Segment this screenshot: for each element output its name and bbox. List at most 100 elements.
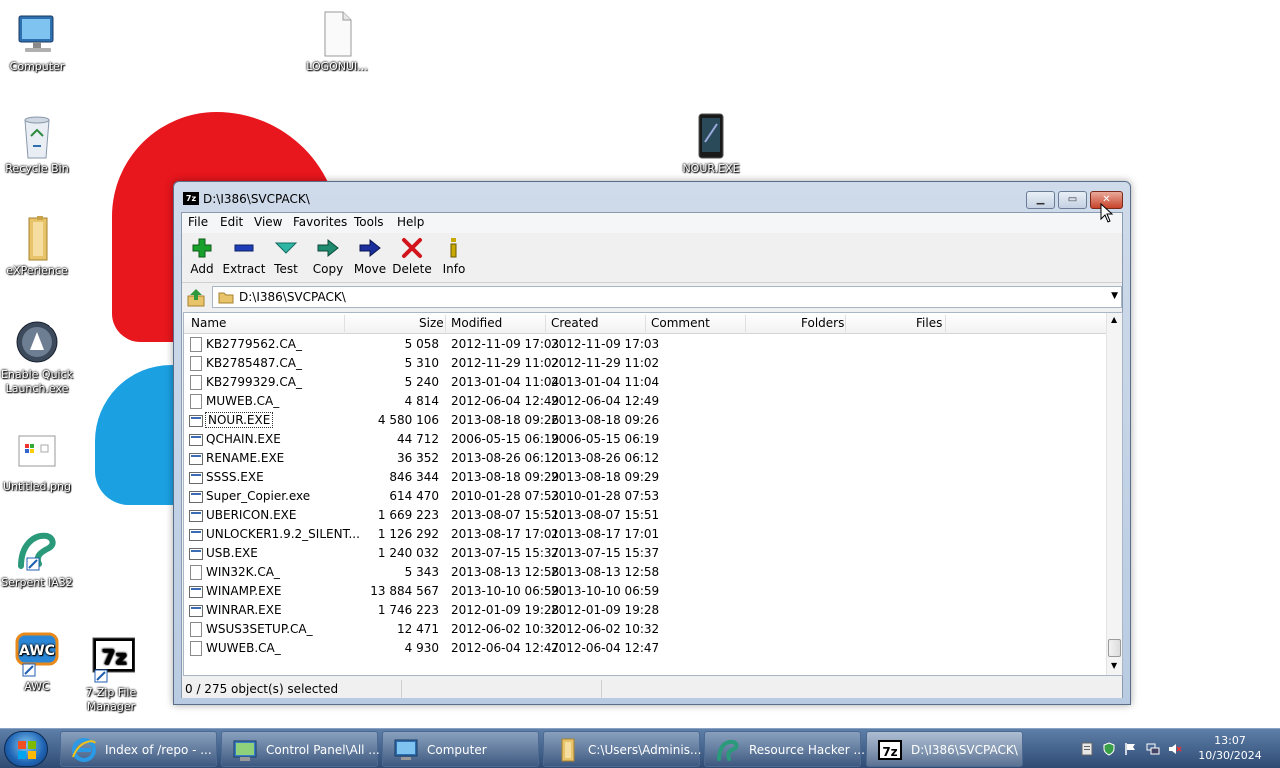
image-icon [13,430,61,478]
up-folder-button[interactable] [185,288,207,308]
title-bar[interactable]: 7z D:\I386\SVCPACK\ ▁ ▭ ✕ [174,182,1130,212]
cell-size: 614 470 [389,489,439,503]
desktop-icon-7zip-file-manager[interactable]: 7z 7-Zip File Manager [73,636,149,714]
cell-created: 2013-08-17 17:01 [551,527,660,541]
table-row[interactable]: KB2785487.CA_ 5 310 2012-11-29 11:02 2012-1… [184,354,1108,373]
address-field[interactable]: D:\I386\SVCPACK\ ▼ [212,286,1122,308]
desktop-icon-label: LOGONUI... [306,60,368,73]
taskbar-item-control-panel[interactable]: Control Panel\All ... [221,731,380,767]
menu-tools[interactable]: Tools [354,215,384,229]
table-row[interactable]: Super_Copier.exe 614 470 2010-01-28 07:53 2… [184,487,1108,506]
column-comment[interactable]: Comment [651,316,710,330]
taskbar-item-7zip[interactable]: 7z D:\I386\SVCPACK\ [866,731,1023,767]
file-icon [190,641,202,656]
menu-favorites[interactable]: Favorites [293,215,347,229]
move-button[interactable]: Move [348,237,392,276]
scroll-thumb[interactable] [1108,639,1121,657]
menu-file[interactable]: File [188,215,208,229]
test-button[interactable]: Test [264,237,308,276]
menu-help[interactable]: Help [397,215,424,229]
file-list: Name Size Modified Created Comment Folde… [183,312,1123,676]
cell-created: 2013-01-04 11:04 [551,375,660,389]
svg-text:7z: 7z [882,745,897,759]
cell-size: 44 712 [397,432,439,446]
column-modified[interactable]: Modified [451,316,502,330]
cell-created: 2013-08-07 15:51 [551,508,660,522]
cell-size: 1 669 223 [377,508,439,522]
volume-muted-icon[interactable] [1168,742,1182,756]
table-row[interactable]: QCHAIN.EXE 44 712 2006-05-15 06:19 2006-05-… [184,430,1108,449]
taskbar-item-computer[interactable]: Computer [382,731,539,767]
column-name[interactable]: Name [191,316,226,330]
taskbar-item-ie[interactable]: Index of /repo - ... [60,731,217,767]
desktop-icon-computer[interactable]: Computer [0,10,75,74]
exe-icon [189,529,203,541]
table-row[interactable]: KB2799329.CA_ 5 240 2013-01-04 11:04 2013-0… [184,373,1108,392]
column-files[interactable]: Files [916,316,942,330]
table-row[interactable]: UNLOCKER1.9.2_SILENT... 1 126 292 2013-08-… [184,525,1108,544]
column-size[interactable]: Size [419,316,444,330]
desktop-icon-logonui[interactable]: LOGONUI... [299,10,375,74]
clock[interactable]: 13:07 10/30/2024 [1196,733,1264,763]
desktop-icon-untitled-png[interactable]: Untitled.png [0,430,75,494]
cell-modified: 2013-01-04 11:04 [451,375,560,389]
table-row[interactable]: SSSS.EXE 846 344 2013-08-18 09:29 2013-08-1… [184,468,1108,487]
clock-time: 13:07 [1214,734,1246,747]
cell-modified: 2006-05-15 06:19 [451,432,560,446]
desktop-icon-nour-exe[interactable]: NOUR.EXE [673,112,749,176]
network-icon[interactable] [1146,742,1160,756]
file-icon [313,10,361,58]
chevron-down-icon[interactable]: ▼ [1111,291,1118,301]
desktop-icon-enable-quick-launch[interactable]: Enable Quick Launch.exe [0,318,75,396]
menu-edit[interactable]: Edit [220,215,243,229]
status-cell-empty [402,680,602,698]
table-row[interactable]: USB.EXE 1 240 032 2013-07-15 15:37 2013-07-… [184,544,1108,563]
table-row[interactable]: KB2779562.CA_ 5 058 2012-11-09 17:03 2012-1… [184,335,1108,354]
cell-created: 2012-11-09 17:03 [551,337,660,351]
desktop-icon-awc[interactable]: AWC AWC [0,630,75,694]
table-row[interactable]: RENAME.EXE 36 352 2013-08-26 06:12 2013-08-… [184,449,1108,468]
serpent-icon [13,526,61,574]
header-divider [344,315,345,332]
add-button[interactable]: Add [180,237,224,276]
start-button[interactable] [4,731,48,767]
file-icon [190,337,202,352]
cell-name: WINAMP.EXE [206,584,282,598]
taskbar-item-explorer-folder[interactable]: C:\Users\Adminis... [543,731,701,767]
cell-name: WIN32K.CA_ [206,565,280,579]
table-row[interactable]: WINAMP.EXE 13 884 567 2013-10-10 06:59 2013… [184,582,1108,601]
table-row[interactable]: NOUR.EXE 4 580 106 2013-08-18 09:26 2013-08… [184,411,1108,430]
extract-button[interactable]: Extract [222,237,266,276]
copy-label: Copy [312,262,344,276]
menu-view[interactable]: View [254,215,282,229]
desktop-icon-experience[interactable]: eXPerience [0,214,75,278]
header-divider [545,315,546,332]
security-shield-icon[interactable] [1102,742,1116,756]
minimize-button[interactable]: ▁ [1026,191,1055,209]
extract-icon [232,237,256,259]
table-row[interactable]: MUWEB.CA_ 4 814 2012-06-04 12:49 2012-06-04… [184,392,1108,411]
table-row[interactable]: WIN32K.CA_ 5 343 2013-08-13 12:58 2013-08-1… [184,563,1108,582]
taskbar-item-resource-hacker[interactable]: Resource Hacker ... [704,731,865,767]
table-row[interactable]: WINRAR.EXE 1 746 223 2012-01-09 19:28 2012-… [184,601,1108,620]
ie-icon [71,737,97,763]
desktop-icon-serpent-ia32[interactable]: Serpent IA32 [0,526,75,590]
awc-icon: AWC [13,630,61,678]
computer-icon [13,10,61,58]
info-button[interactable]: Info [432,237,476,276]
clipboard-icon[interactable] [1080,742,1094,756]
vertical-scrollbar[interactable]: ▲ ▼ [1106,313,1122,675]
table-row[interactable]: UBERICON.EXE 1 669 223 2013-08-07 15:51 201… [184,506,1108,525]
table-row[interactable]: WSUS3SETUP.CA_ 12 471 2012-06-02 10:32 2012… [184,620,1108,639]
desktop-icon-recycle-bin[interactable]: Recycle Bin [0,112,75,176]
table-row[interactable]: WUWEB.CA_ 4 930 2012-06-04 12:47 2012-06-04… [184,639,1108,658]
column-folders[interactable]: Folders [801,316,844,330]
scroll-up-icon[interactable]: ▲ [1111,315,1117,324]
copy-button[interactable]: Copy [306,237,350,276]
delete-button[interactable]: Delete [390,237,434,276]
scroll-down-icon[interactable]: ▼ [1111,661,1117,670]
action-center-flag-icon[interactable] [1124,742,1138,756]
control-panel-icon [232,737,258,763]
column-created[interactable]: Created [551,316,599,330]
maximize-button[interactable]: ▭ [1058,191,1087,209]
